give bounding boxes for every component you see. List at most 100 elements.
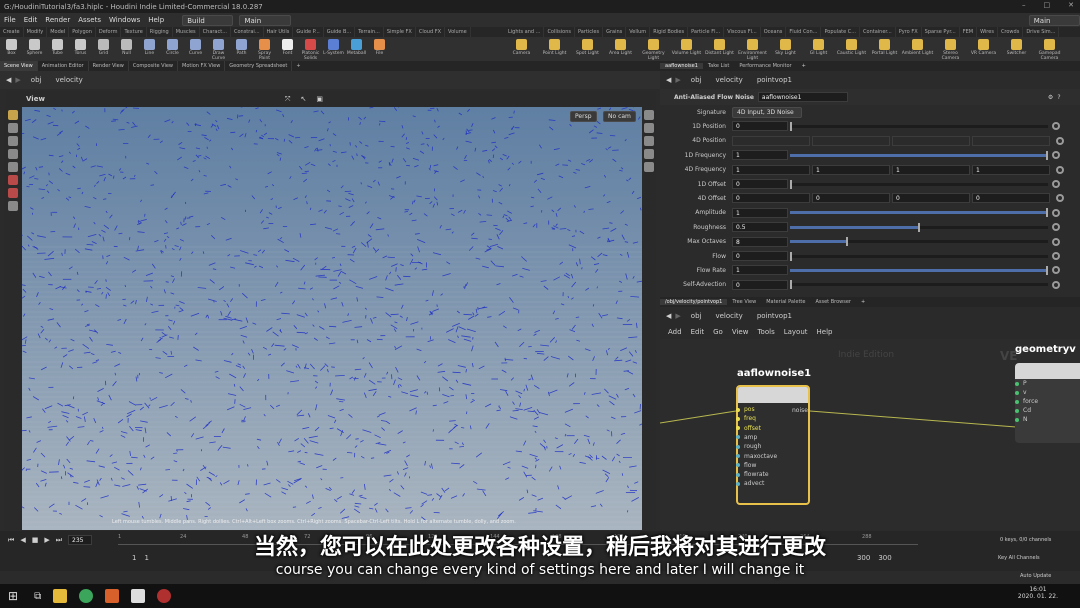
back-icon[interactable]: ◀ [666, 76, 671, 84]
tab-performance-monitor[interactable]: Performance Monitor [734, 63, 796, 69]
param-4d-frequency-field-0[interactable]: 1 [732, 164, 810, 175]
shelf-tool-gi-light[interactable]: GI Light [802, 37, 835, 61]
param-4d-offset-field-3[interactable]: 0 [972, 193, 1050, 204]
param-4d-offset-field-2[interactable]: 0 [892, 193, 970, 204]
shelf-tab-constrai[interactable]: Constrai... [231, 27, 264, 37]
shelf-tab-particle-fl[interactable]: Particle Fl... [688, 27, 725, 37]
path-child[interactable]: pointvop1 [757, 312, 792, 320]
shelf-tool-curve[interactable]: Curve [184, 37, 207, 61]
tab-aaflownoise1[interactable]: aaflownoise1 [660, 63, 703, 69]
menu-tools[interactable]: Tools [757, 328, 774, 336]
shelf-tool-sphere[interactable]: Sphere [23, 37, 46, 61]
shelf-tab-cloud-fx[interactable]: Cloud FX [416, 27, 446, 37]
shelf-tool-vr-camera[interactable]: VR Camera [967, 37, 1000, 61]
param-4d-frequency-field-1[interactable]: 1 [812, 164, 890, 175]
param-signature-dropdown[interactable]: 4D Input, 3D Noise [732, 106, 802, 118]
shelf-tab-sparse-pyr[interactable]: Sparse Pyr... [922, 27, 960, 37]
network-canvas[interactable]: Indie Edition VE aaflownoise1 pos freq off… [660, 339, 1080, 530]
input-port-maxoctave[interactable]: maxoctave [736, 453, 777, 460]
shelf-tab-charact[interactable]: Charact... [200, 27, 231, 37]
shelf-tool-spray-paint[interactable]: Spray Paint [253, 37, 276, 61]
path-node[interactable]: velocity [715, 312, 742, 320]
param-4d-frequency-gear-icon[interactable] [1056, 165, 1064, 174]
geo-port-v[interactable]: v [1015, 388, 1080, 397]
shelf-tool-point-light[interactable]: Point Light [538, 37, 571, 61]
shelf-tab-rigid-bodies[interactable]: Rigid Bodies [650, 27, 689, 37]
windows-start-icon[interactable]: ⊞ [8, 589, 18, 603]
shelf-tab-oceans[interactable]: Oceans [761, 27, 787, 37]
shelf-tab-collisions[interactable]: Collisions [544, 27, 575, 37]
shelf-tab-polygon[interactable]: Polygon [69, 27, 96, 37]
help-icon[interactable]: ? [1057, 94, 1060, 101]
system-clock[interactable]: 16:01 2020. 01. 22. [1018, 586, 1058, 600]
tab-network[interactable]: /obj/velocity/pointvop1 [660, 299, 728, 305]
param-1d-position-field[interactable]: 0 [732, 121, 788, 132]
forward-icon[interactable]: ▶ [675, 76, 680, 84]
geo-port-force[interactable]: force [1015, 397, 1080, 406]
param-flow-gear-icon[interactable] [1052, 252, 1060, 260]
shelf-tab-fluid-con[interactable]: Fluid Con... [786, 27, 822, 37]
tab-tree-view[interactable]: Tree View [727, 299, 761, 305]
move-tool-icon[interactable] [8, 123, 18, 133]
select-tool-icon[interactable] [8, 110, 18, 120]
node-name-field[interactable]: aaflownoise1 [757, 92, 848, 102]
shelf-tab-muscles[interactable]: Muscles [173, 27, 200, 37]
shelf-tool-box[interactable]: Box [0, 37, 23, 61]
param-4d-offset-field-1[interactable]: 0 [812, 193, 890, 204]
scale-tool-icon[interactable] [8, 149, 18, 159]
slider-knob[interactable] [790, 280, 792, 290]
input-port-offset[interactable]: offset [736, 425, 761, 432]
back-icon[interactable]: ◀ [6, 76, 11, 84]
menu-assets[interactable]: Assets [74, 16, 105, 24]
slider-knob[interactable] [1046, 208, 1048, 218]
param-flow-rate-field[interactable]: 1 [732, 265, 788, 276]
back-icon[interactable]: ◀ [666, 312, 671, 320]
param-flow-rate-slider[interactable] [790, 265, 1048, 275]
param-1d-position-slider[interactable] [790, 121, 1048, 131]
menu-add[interactable]: Add [668, 328, 682, 336]
slider-knob[interactable] [790, 179, 792, 189]
display-options-icon[interactable] [644, 110, 654, 120]
shelf-tool-spot-light[interactable]: Spot Light [571, 37, 604, 61]
menu-render[interactable]: Render [41, 16, 74, 24]
shelf-tool-gamepad-camera[interactable]: Gamepad Camera [1033, 37, 1066, 61]
slider-knob[interactable] [790, 251, 792, 261]
shelf-tab-grains[interactable]: Grains [603, 27, 627, 37]
shelf-tool-grid[interactable]: Grid [92, 37, 115, 61]
tab-composite-view[interactable]: Composite View [129, 61, 178, 71]
output-port-noise[interactable]: noise [792, 407, 808, 414]
desktop-dropdown[interactable]: Build [182, 14, 234, 26]
param-amplitude-slider[interactable] [790, 208, 1048, 218]
snap-icon[interactable]: ⤧ [285, 95, 291, 104]
shelf-tool-volume-light[interactable]: Volume Light [670, 37, 703, 61]
shelf-tool-font[interactable]: Font [276, 37, 299, 61]
shelf-tool-null[interactable]: Null [115, 37, 138, 61]
right-desktop-dropdown[interactable]: Main [1028, 14, 1080, 26]
shelf-tab-texture[interactable]: Texture [121, 27, 147, 37]
param-4d-offset-gear-icon[interactable] [1056, 194, 1064, 203]
tab-scene-view[interactable]: Scene View [0, 61, 38, 71]
input-port-pos[interactable]: pos [736, 406, 755, 413]
shelf-tool-caustic-light[interactable]: Caustic Light [835, 37, 868, 61]
minimize-icon[interactable]: – [1022, 1, 1026, 9]
slider-knob[interactable] [790, 121, 792, 131]
recorder-icon[interactable] [157, 589, 172, 603]
path-child[interactable]: pointvop1 [757, 76, 792, 84]
visibility-icon[interactable] [644, 149, 654, 159]
context-dropdown[interactable]: Main [239, 14, 291, 26]
shelf-tab-populate-c[interactable]: Populate C... [821, 27, 861, 37]
shelf-tool-draw-curve[interactable]: Draw Curve [207, 37, 230, 61]
param-flow-slider[interactable] [790, 251, 1048, 261]
param-1d-frequency-field[interactable]: 1 [732, 150, 788, 161]
display-icon[interactable]: ▣ [316, 95, 323, 103]
shelf-tool-file[interactable]: File [368, 37, 391, 61]
slider-knob[interactable] [918, 222, 920, 232]
chrome-icon[interactable] [79, 589, 94, 603]
shelf-tab-rigging[interactable]: Rigging [147, 27, 173, 37]
task-view-icon[interactable]: ⧉ [34, 591, 41, 602]
path-node[interactable]: velocity [55, 76, 82, 84]
shelf-tool-circle[interactable]: Circle [161, 37, 184, 61]
menu-edit[interactable]: Edit [691, 328, 705, 336]
lighting-icon[interactable] [644, 123, 654, 133]
slider-knob[interactable] [846, 237, 849, 247]
